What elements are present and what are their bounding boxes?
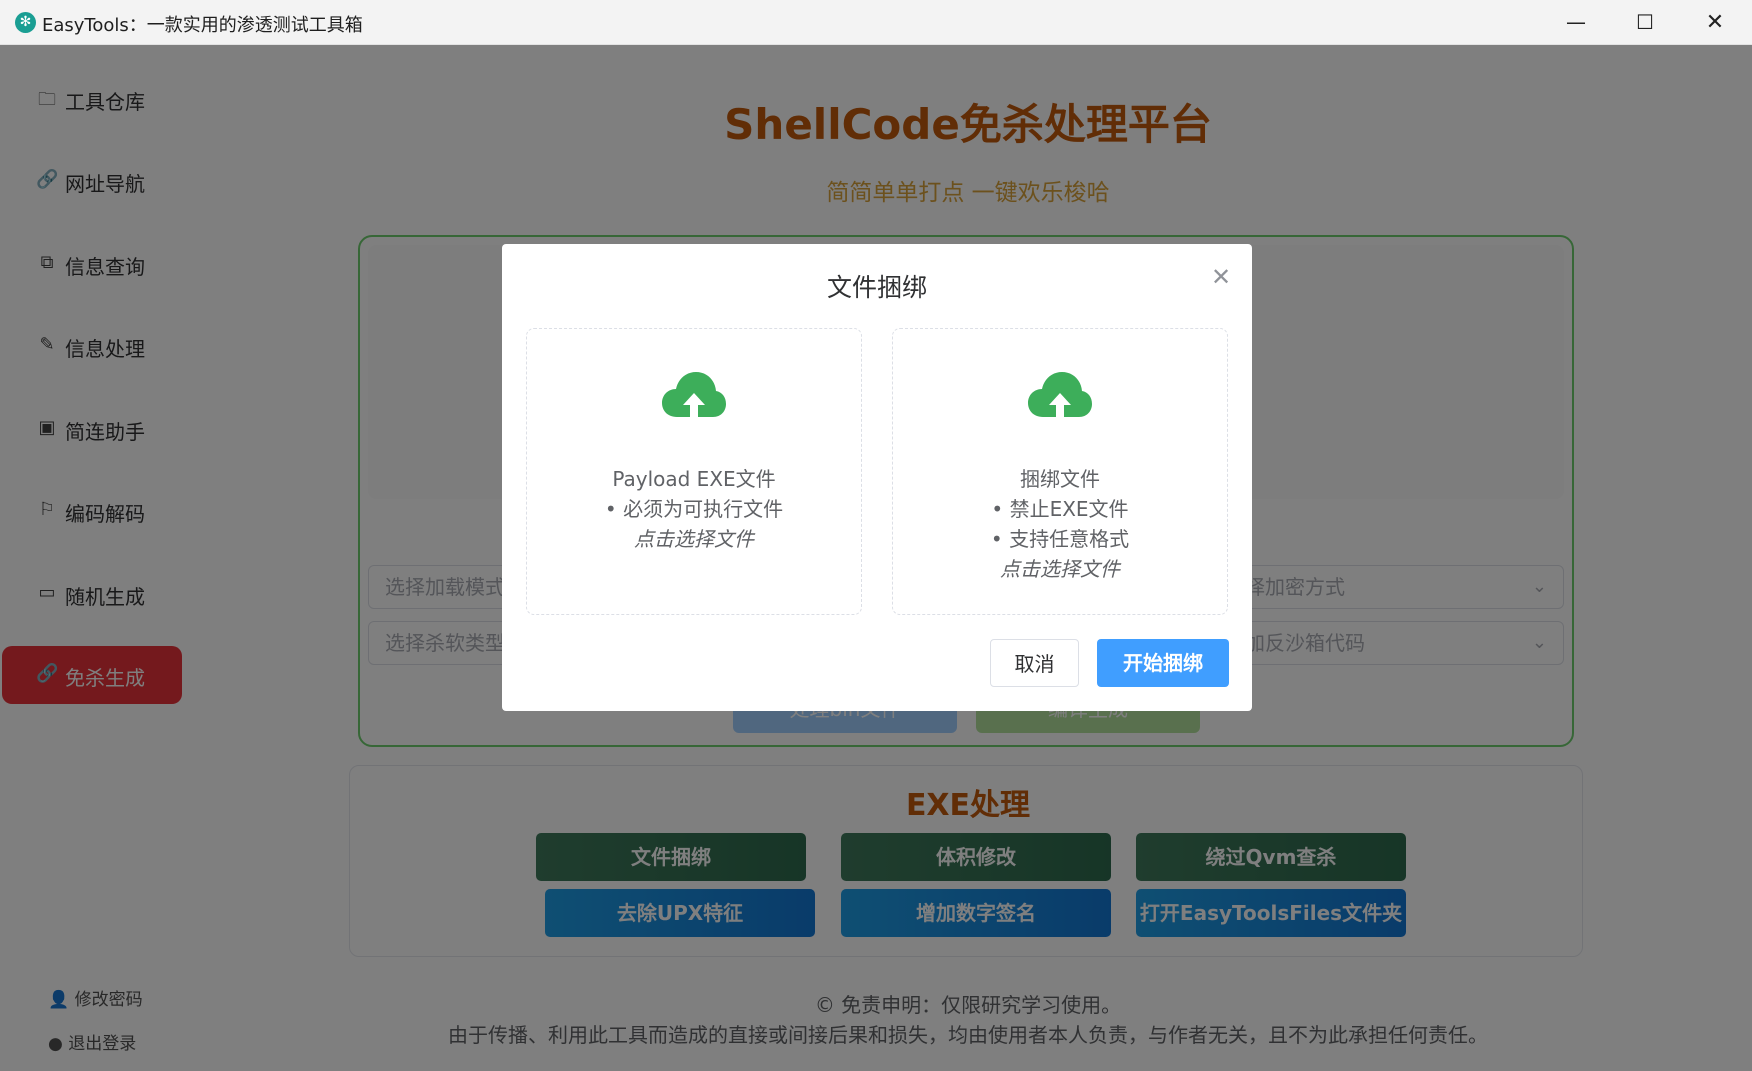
payload-upload-area[interactable]: Payload EXE文件 • 必须为可执行文件 点击选择文件 — [526, 328, 862, 615]
upload-cloud-icon — [662, 372, 726, 417]
file-bind-dialog: 文件捆绑 ✕ Payload EXE文件 • 必须为可执行文件 点击选择文件 捆… — [502, 244, 1252, 711]
bind-upload-rule-1: • 禁止EXE文件 — [991, 497, 1129, 521]
payload-upload-title: Payload EXE文件 — [612, 467, 776, 491]
start-bind-button[interactable]: 开始捆绑 — [1097, 639, 1229, 687]
bind-file-upload-area[interactable]: 捆绑文件 • 禁止EXE文件 • 支持任意格式 点击选择文件 — [892, 328, 1228, 615]
bind-upload-rule-2: • 支持任意格式 — [990, 527, 1130, 551]
dialog-title: 文件捆绑 — [826, 273, 927, 302]
upload-cloud-icon — [1028, 372, 1092, 417]
payload-upload-hint: 点击选择文件 — [634, 527, 754, 551]
bind-upload-hint: 点击选择文件 — [1000, 557, 1120, 581]
maximize-button[interactable]: ☐ — [1610, 0, 1680, 45]
window-title: EasyTools：一款实用的渗透测试工具箱 — [42, 15, 363, 36]
window-titlebar: ✻ EasyTools：一款实用的渗透测试工具箱 — ☐ ✕ — [0, 0, 1752, 45]
cancel-button[interactable]: 取消 — [990, 639, 1079, 687]
close-window-button[interactable]: ✕ — [1680, 0, 1750, 45]
payload-upload-rule: • 必须为可执行文件 — [604, 497, 784, 521]
app-logo-icon: ✻ — [15, 12, 36, 33]
bind-upload-title: 捆绑文件 — [1020, 467, 1100, 491]
dialog-close-icon[interactable]: ✕ — [1206, 262, 1236, 292]
modal-overlay[interactable]: 文件捆绑 ✕ Payload EXE文件 • 必须为可执行文件 点击选择文件 捆… — [0, 45, 1752, 1071]
minimize-button[interactable]: — — [1541, 0, 1611, 45]
